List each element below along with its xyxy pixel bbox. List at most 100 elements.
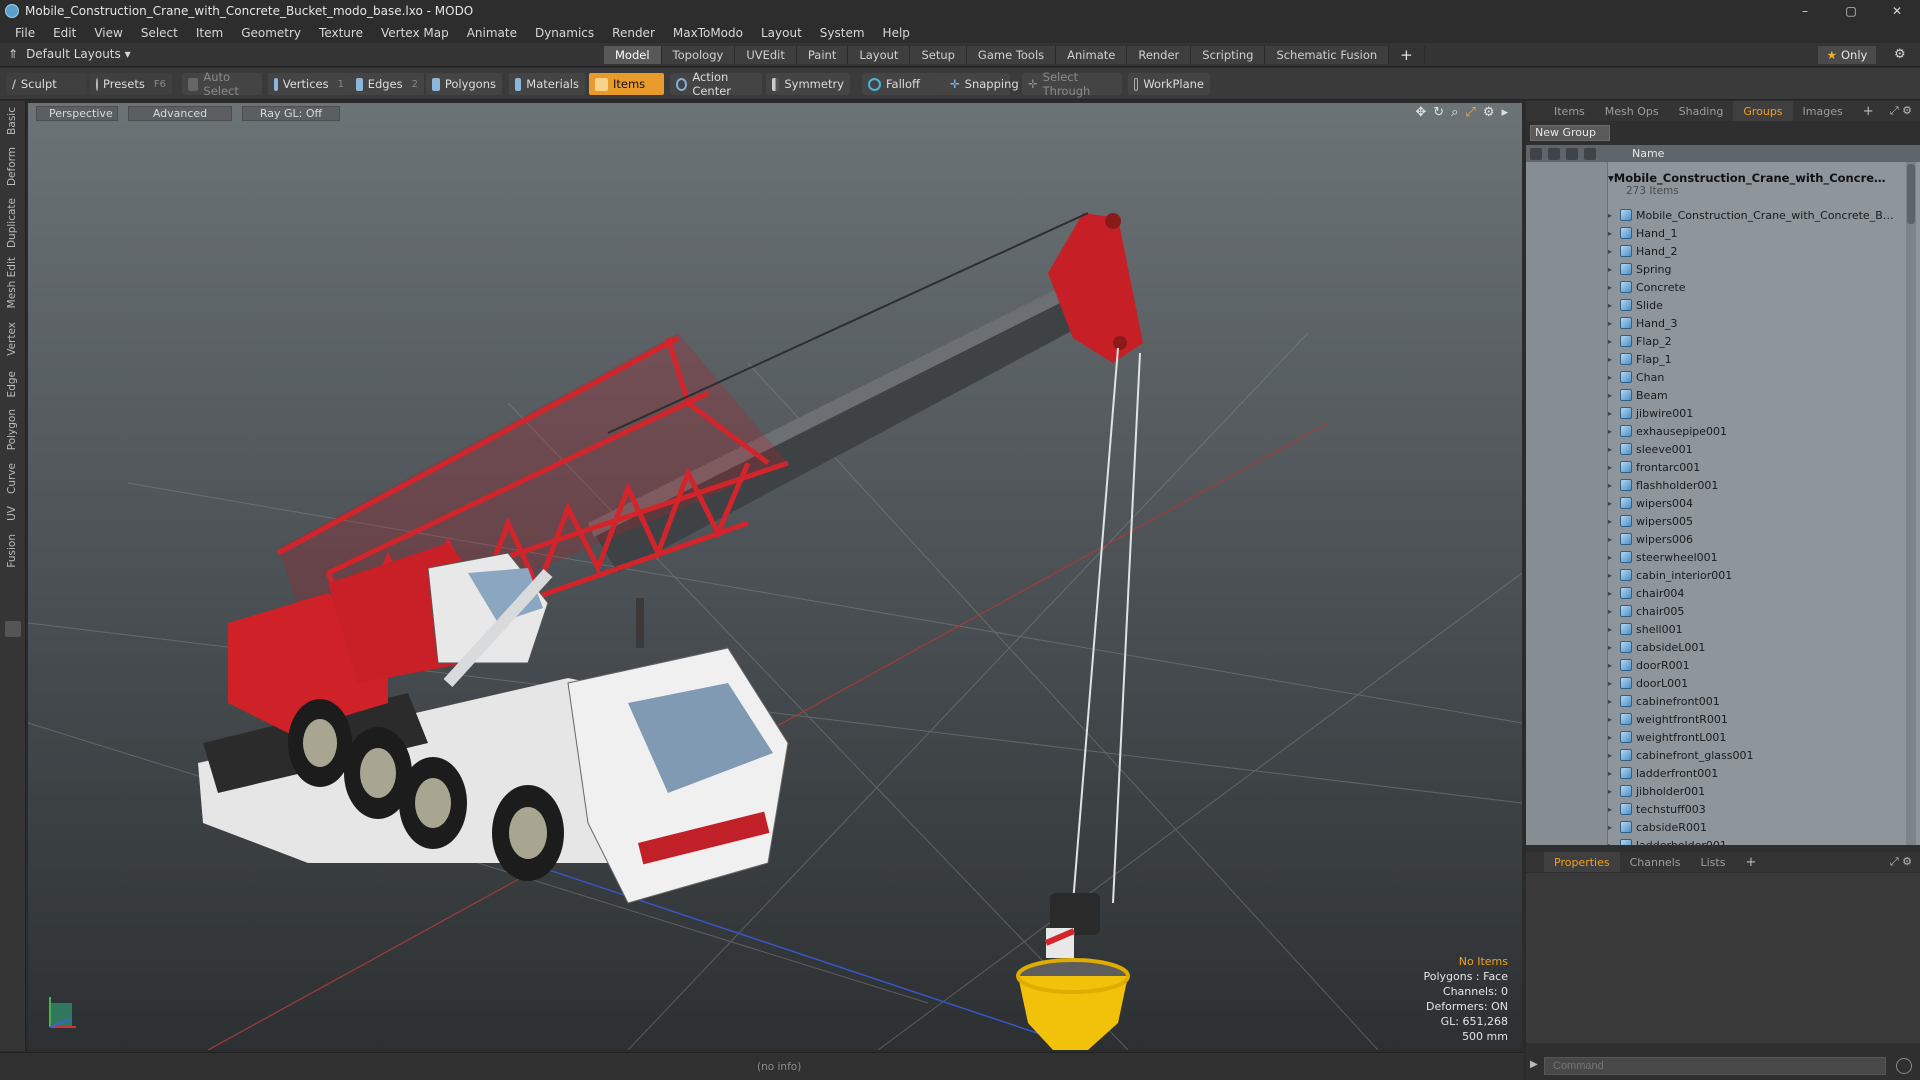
tab-items[interactable]: Items — [1544, 101, 1595, 121]
vtab-fusion[interactable]: Fusion — [3, 531, 21, 571]
group-member-row[interactable]: ▸ Concrete — [1608, 278, 1908, 296]
add-properties-tab-button[interactable]: + — [1735, 852, 1766, 872]
group-member-row[interactable]: ▸ jibholder001 — [1608, 782, 1908, 800]
action-center-button[interactable]: Action Center — [670, 70, 762, 98]
command-clear-icon[interactable] — [1896, 1058, 1912, 1074]
group-member-row[interactable]: ▸ Chan — [1608, 368, 1908, 386]
group-member-row[interactable]: ▸ Spring — [1608, 260, 1908, 278]
tab-topology[interactable]: Topology — [661, 46, 736, 64]
group-member-row[interactable]: ▸ Hand_2 — [1608, 242, 1908, 260]
menu-geometry[interactable]: Geometry — [232, 26, 310, 40]
vtab-vertex[interactable]: Vertex — [3, 319, 21, 359]
group-member-row[interactable]: ▸ Flap_2 — [1608, 332, 1908, 350]
command-input[interactable] — [1544, 1057, 1886, 1075]
edges-button[interactable]: Edges 2 — [350, 73, 424, 95]
expand-arrow-icon[interactable]: ▸ — [1608, 733, 1618, 742]
tab-scripting[interactable]: Scripting — [1191, 46, 1266, 64]
menu-animate[interactable]: Animate — [458, 26, 526, 40]
vtab-curve[interactable]: Curve — [3, 459, 21, 497]
expand-arrow-icon[interactable]: ▸ — [1608, 211, 1618, 220]
vtab-deform[interactable]: Deform — [3, 147, 21, 187]
menu-maxtomodo[interactable]: MaxToModo — [664, 26, 752, 40]
strip-toggle-button[interactable] — [5, 621, 21, 637]
expand-arrow-icon[interactable]: ▸ — [1608, 409, 1618, 418]
list-scrollbar[interactable] — [1906, 162, 1916, 845]
add-tab-button[interactable]: + — [1389, 46, 1425, 64]
expand-arrow-icon[interactable]: ▸ — [1608, 481, 1618, 490]
falloff-button[interactable]: Falloff — [862, 73, 944, 95]
gear-icon[interactable]: ⚙ — [1894, 47, 1906, 62]
menu-dynamics[interactable]: Dynamics — [526, 26, 603, 40]
expand-arrow-icon[interactable]: ▸ — [1608, 769, 1618, 778]
presets-button[interactable]: Presets F6 — [90, 73, 172, 95]
maximize-button[interactable]: ▢ — [1828, 0, 1874, 22]
properties-options-icon[interactable]: ⤢ ⚙ — [1890, 855, 1912, 869]
auto-select-button[interactable]: Auto Select — [182, 70, 262, 98]
group-member-row[interactable]: ▸ ladderholder001 — [1608, 836, 1908, 845]
expand-arrow-icon[interactable]: ▸ — [1608, 805, 1618, 814]
materials-button[interactable]: Materials — [509, 73, 585, 95]
polygons-button[interactable]: Polygons — [426, 73, 502, 95]
group-member-row[interactable]: ▸ cabinefront001 — [1608, 692, 1908, 710]
expand-arrow-icon[interactable]: ▸ — [1608, 301, 1618, 310]
group-member-row[interactable]: ▸ weightfrontL001 — [1608, 728, 1908, 746]
group-member-row[interactable]: ▸ weightfrontR001 — [1608, 710, 1908, 728]
vertices-button[interactable]: Vertices 1 — [268, 73, 350, 95]
tab-paint[interactable]: Paint — [796, 46, 849, 64]
vtab-duplicate[interactable]: Duplicate — [3, 197, 21, 249]
eye-icon[interactable] — [1530, 147, 1542, 160]
expand-arrow-icon[interactable]: ▸ — [1608, 589, 1618, 598]
group-member-row[interactable]: ▸ Hand_3 — [1608, 314, 1908, 332]
vtab-edge[interactable]: Edge — [3, 367, 21, 401]
group-member-row[interactable]: ▸ cabsideR001 — [1608, 818, 1908, 836]
tab-lists[interactable]: Lists — [1691, 852, 1736, 872]
vtab-polygon[interactable]: Polygon — [3, 405, 21, 455]
expand-arrow-icon[interactable]: ▸ — [1608, 499, 1618, 508]
menu-vertex-map[interactable]: Vertex Map — [372, 26, 458, 40]
menu-view[interactable]: View — [85, 26, 131, 40]
select-through-button[interactable]: ✛ Select Through — [1022, 70, 1122, 98]
expand-arrow-icon[interactable]: ▸ — [1608, 643, 1618, 652]
menu-layout[interactable]: Layout — [752, 26, 811, 40]
group-member-row[interactable]: ▸ steerwheel001 — [1608, 548, 1908, 566]
rotate-view-icon[interactable]: ↻ — [1433, 105, 1444, 120]
menu-texture[interactable]: Texture — [310, 26, 372, 40]
group-member-row[interactable]: ▸ exhausepipe001 — [1608, 422, 1908, 440]
tab-uvedit[interactable]: UVEdit — [735, 46, 797, 64]
items-button[interactable]: Items — [589, 73, 664, 95]
lock-icon[interactable] — [1548, 147, 1560, 160]
expand-arrow-icon[interactable]: ▸ — [1608, 355, 1618, 364]
group-member-row[interactable]: ▸ techstuff003 — [1608, 800, 1908, 818]
group-member-row[interactable]: ▸ doorL001 — [1608, 674, 1908, 692]
group-member-row[interactable]: ▸ cabin_interior001 — [1608, 566, 1908, 584]
expand-arrow-icon[interactable]: ▸ — [1608, 751, 1618, 760]
group-member-row[interactable]: ▸ frontarc001 — [1608, 458, 1908, 476]
symmetry-button[interactable]: Symmetry — [766, 73, 850, 95]
tab-images[interactable]: Images — [1793, 101, 1853, 121]
expand-arrow-icon[interactable]: ▸ — [1608, 697, 1618, 706]
only-button[interactable]: ★ Only — [1818, 46, 1876, 64]
expand-arrow-icon[interactable]: ▸ — [1608, 283, 1618, 292]
group-member-row[interactable]: ▸ flashholder001 — [1608, 476, 1908, 494]
tab-animate[interactable]: Animate — [1056, 46, 1128, 64]
expand-arrow-icon[interactable]: ▸ — [1608, 265, 1618, 274]
3d-viewport[interactable]: Perspective Advanced Ray GL: Off ✥ ↻ ⌕ ⤢… — [28, 103, 1522, 1050]
menu-item[interactable]: Item — [187, 26, 232, 40]
group-member-row[interactable]: ▸ ladderfront001 — [1608, 764, 1908, 782]
tab-mesh-ops[interactable]: Mesh Ops — [1595, 101, 1669, 121]
panel-options-icon[interactable]: ⤢ ⚙ — [1890, 104, 1912, 118]
expand-arrow-icon[interactable]: ▸ — [1608, 535, 1618, 544]
expand-arrow-icon[interactable]: ▸ — [1608, 373, 1618, 382]
tab-properties[interactable]: Properties — [1544, 852, 1620, 872]
vtab-uv[interactable]: UV — [3, 501, 21, 525]
menu-system[interactable]: System — [811, 26, 874, 40]
group-member-row[interactable]: ▸ sleeve001 — [1608, 440, 1908, 458]
group-member-row[interactable]: ▸ wipers006 — [1608, 530, 1908, 548]
expand-arrow-icon[interactable]: ▸ — [1608, 823, 1618, 832]
add-panel-tab-button[interactable]: + — [1853, 101, 1884, 121]
expand-arrow-icon[interactable]: ▸ — [1608, 661, 1618, 670]
expand-arrow-icon[interactable]: ▸ — [1608, 679, 1618, 688]
tab-render[interactable]: Render — [1127, 46, 1192, 64]
expand-arrow-icon[interactable]: ▸ — [1608, 607, 1618, 616]
group-member-row[interactable]: ▸ doorR001 — [1608, 656, 1908, 674]
